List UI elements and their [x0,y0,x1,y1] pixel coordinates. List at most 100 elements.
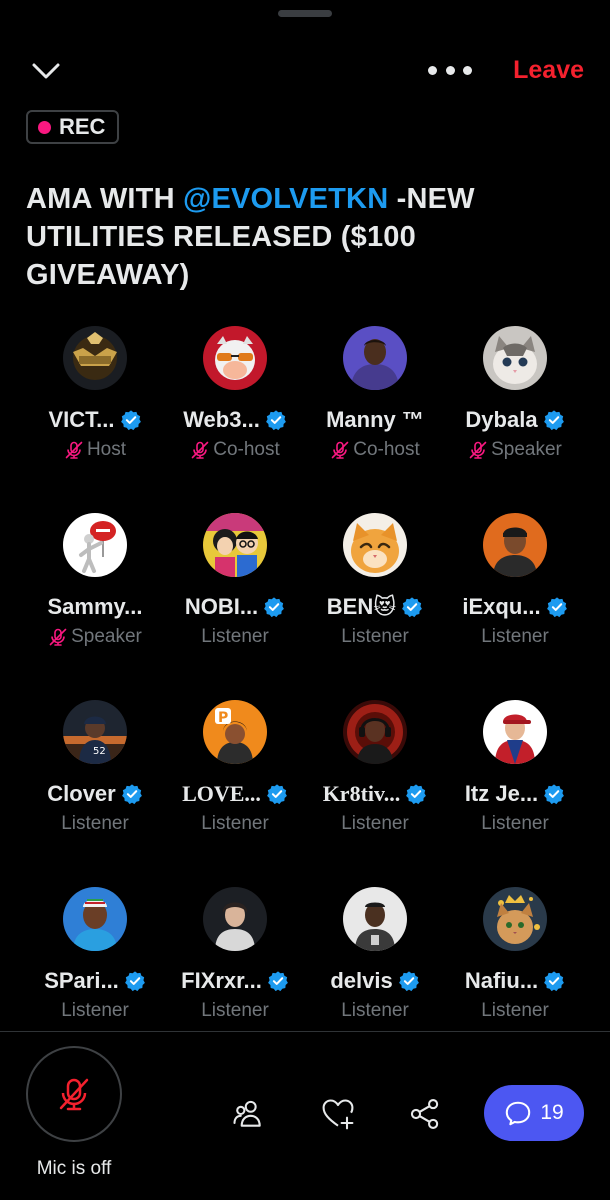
participant-tile[interactable]: SPari... Listener [25,887,165,1074]
mic-off-icon [331,441,349,459]
participant-role-row: Listener [341,625,409,649]
participant-role-row: Listener [341,999,409,1023]
participant-name-row: Web3... [183,406,287,434]
participant-tile[interactable]: Manny ™ Co-host [305,326,445,513]
verified-badge-icon [546,597,567,618]
recording-badge: REC [26,110,120,144]
cat-with-crown-avatar[interactable] [483,887,547,951]
more-horizontal-icon[interactable] [428,58,472,82]
chevron-down-icon[interactable] [30,56,62,86]
participant-role-row: Listener [481,999,549,1023]
participant-name: iExqu... [462,594,541,619]
verified-badge-icon [398,971,419,992]
participant-tile[interactable]: delvis Listener [305,887,445,1074]
cartoon-characters-avatar[interactable] [203,513,267,577]
participant-tile[interactable]: iExqu... Listener [445,513,585,700]
participant-role: Listener [201,1000,269,1021]
urgent-sign-figure-avatar[interactable] [63,513,127,577]
chat-bubble-icon [506,1101,531,1126]
participant-role-row: Speaker [468,438,562,462]
title-mention-link[interactable]: @EVOLVETKN [183,183,388,215]
participant-name: Sammy... [47,594,143,619]
orange-cat-avatar[interactable] [343,513,407,577]
verified-badge-icon [402,597,423,618]
share-icon [410,1099,439,1129]
participant-name-row: Clover [47,780,142,808]
participant-role: Listener [481,813,549,834]
man-with-headphones-avatar[interactable] [343,700,407,764]
cartoon-woman-p-sign-avatar[interactable]: P [203,700,267,764]
tiger-with-sunglasses-avatar[interactable] [203,326,267,390]
participant-role: Listener [201,626,269,647]
share-button[interactable] [405,1094,445,1134]
mic-off-icon [469,441,487,459]
participant-tile[interactable]: Kr8tiv... Listener [305,700,445,887]
participant-name-row: VICT... [48,406,141,434]
participant-tile[interactable]: Itz Je... Listener [445,700,585,887]
participant-name: VICT... [48,407,115,432]
participant-role: Co-host [213,439,280,460]
mic-toggle-button[interactable] [26,1046,122,1142]
mic-status-label: Mic is off [36,1158,112,1179]
participant-role: Speaker [71,626,142,647]
person-at-sunset-avatar[interactable]: 52 [63,700,127,764]
participant-tile[interactable]: VICT... Host [25,326,165,513]
participant-role: Speaker [491,439,562,460]
participant-name-row: Dybala [465,406,564,434]
participant-role: Listener [341,1000,409,1021]
participant-role: Listener [341,813,409,834]
participant-tile[interactable]: FIXrxr... Listener [165,887,305,1074]
participant-role-row: Listener [481,625,549,649]
participant-tile[interactable]: BEN😻 Listener [305,513,445,700]
participant-role: Listener [61,1000,129,1021]
participant-name-row: Nafiu... [465,967,565,995]
verified-badge-icon [406,784,427,805]
participant-name: FIXrxr... [181,968,262,993]
participant-tile[interactable]: P LOVE... Listener [165,700,305,887]
participant-name-row: FIXrxr... [181,967,289,995]
young-man-avatar[interactable] [203,887,267,951]
svg-text:52: 52 [93,746,106,757]
participant-name-row: Kr8tiv... [323,780,428,808]
participant-name: Dybala [465,407,538,432]
man-in-kufi-cap-avatar[interactable] [63,887,127,951]
participant-tile[interactable]: Sammy... Speaker [25,513,165,700]
participant-tile[interactable]: NOBI... Listener [165,513,305,700]
participant-tile[interactable]: Dybala Speaker [445,326,585,513]
verified-badge-icon [544,784,565,805]
participant-name: Kr8tiv... [322,781,401,806]
leave-button[interactable]: Leave [513,56,584,85]
recording-label: REC [59,114,106,139]
chat-button[interactable]: 19 [484,1085,584,1141]
man-selfie-avatar[interactable] [343,887,407,951]
participant-name: Web3... [183,407,260,432]
man-in-hoodie-avatar[interactable] [343,326,407,390]
participant-role: Listener [61,813,129,834]
kitten-avatar[interactable] [483,326,547,390]
participant-name: Itz Je... [464,781,539,806]
participant-tile[interactable]: Web3... Co-host [165,326,305,513]
verified-badge-icon [121,784,142,805]
participant-name: LOVE... [182,781,261,806]
participant-name-row: BEN😻 [327,593,423,621]
participant-name: delvis [330,968,393,993]
participant-name-row: Manny ™ [326,406,424,434]
superhero-red-cap-avatar[interactable] [483,700,547,764]
mic-off-icon [49,628,67,646]
title-prefix: AMA WITH [26,183,183,215]
divider [0,1031,610,1032]
participant-role-row: Listener [201,999,269,1023]
react-button[interactable] [318,1094,358,1134]
participant-tile[interactable]: Nafiu... Listener [445,887,585,1074]
drag-handle[interactable] [278,10,332,17]
heart-plus-icon [322,1099,354,1130]
participant-role: Listener [481,626,549,647]
people-button[interactable] [228,1094,268,1134]
participant-tile[interactable]: 52 Clover Listener [25,700,165,887]
man-with-cap-avatar[interactable] [483,513,547,577]
verified-badge-icon [124,971,145,992]
participant-role-row: Listener [61,999,129,1023]
space-title: AMA WITH @EVOLVETKN -NEW UTILITIES RELEA… [26,180,586,294]
mic-off-icon [191,441,209,459]
victor-logo-avatar[interactable] [63,326,127,390]
